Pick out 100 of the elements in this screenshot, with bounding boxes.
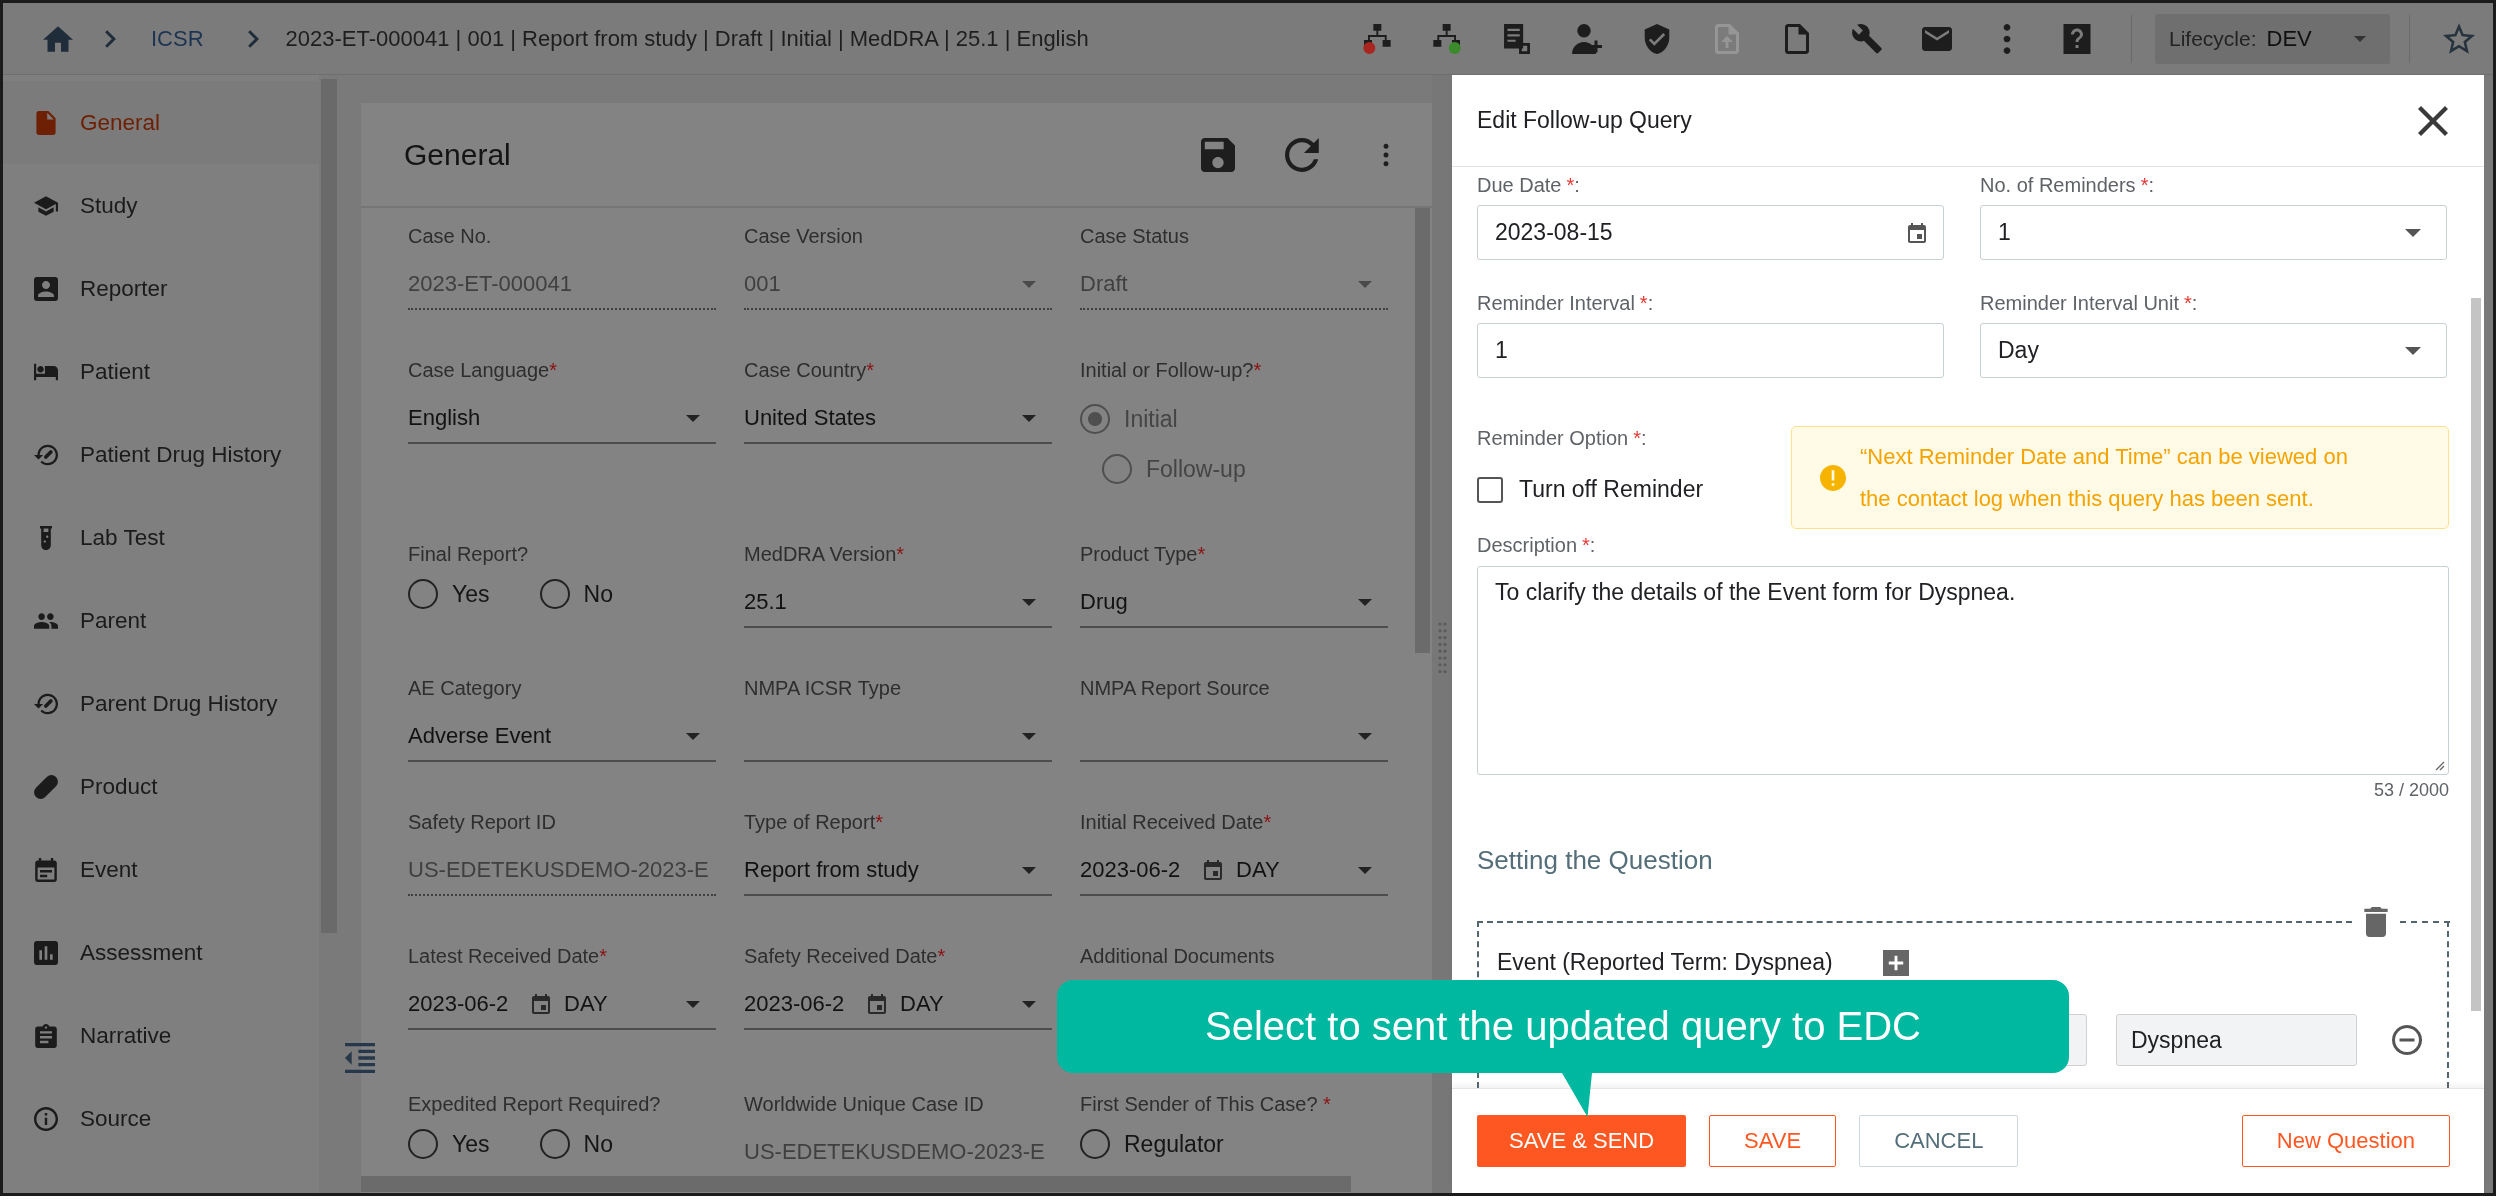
document-list-icon[interactable] bbox=[1502, 23, 1532, 54]
caret-icon bbox=[1022, 732, 1036, 740]
field-label: Due Date *: bbox=[1477, 173, 1580, 197]
sidebar-item[interactable]: General bbox=[3, 81, 319, 164]
select-field[interactable]: English bbox=[408, 394, 716, 444]
radio-label: No bbox=[583, 1130, 613, 1158]
wrench-icon[interactable] bbox=[1852, 23, 1882, 54]
select-field[interactable]: Report from study bbox=[744, 846, 1052, 896]
history-pill-icon bbox=[34, 691, 58, 716]
select-field[interactable]: 25.1 bbox=[744, 578, 1052, 628]
field-label: Case Version bbox=[744, 224, 863, 248]
scrollbar-thumb[interactable] bbox=[2471, 298, 2481, 1011]
sidebar-item[interactable]: Patient bbox=[3, 330, 319, 413]
date-field[interactable]: 2023-06-2 bbox=[408, 980, 554, 1030]
radio-button[interactable] bbox=[408, 579, 438, 609]
hierarchy-icon[interactable] bbox=[1362, 23, 1392, 54]
caret-icon bbox=[2405, 228, 2421, 237]
sidebar-item[interactable]: Assessment bbox=[3, 911, 319, 994]
radio-button[interactable] bbox=[539, 1129, 570, 1159]
field-label: Additional Documents bbox=[1080, 944, 1275, 968]
date-field[interactable]: 2023-08-15 bbox=[1477, 205, 1944, 260]
sidebar-item[interactable]: Patient Drug History bbox=[3, 413, 319, 496]
select-field[interactable]: DAY bbox=[554, 980, 716, 1030]
info-icon bbox=[34, 1106, 58, 1131]
refresh-icon[interactable] bbox=[1285, 137, 1319, 172]
breadcrumb-link[interactable]: ICSR bbox=[151, 25, 204, 52]
field-label: No. of Reminders *: bbox=[1980, 173, 2154, 197]
warning-icon bbox=[1820, 464, 1846, 491]
radio-button[interactable] bbox=[539, 579, 570, 609]
select-field[interactable]: Adverse Event bbox=[408, 712, 716, 762]
sidebar-item[interactable]: Product bbox=[3, 745, 319, 828]
field-label: Case Language* bbox=[408, 358, 558, 382]
footer-button[interactable]: SAVE bbox=[1709, 1115, 1837, 1167]
radio-label: Yes bbox=[452, 1130, 490, 1158]
radio-label: Follow-up bbox=[1146, 455, 1246, 483]
document-icon[interactable] bbox=[1782, 23, 1812, 54]
footer-button[interactable]: CANCEL bbox=[1859, 1115, 2019, 1167]
select-field[interactable]: United States bbox=[744, 394, 1052, 444]
field-label: Latest Received Date* bbox=[408, 944, 608, 968]
home-icon[interactable] bbox=[43, 25, 73, 52]
calendar-icon[interactable] bbox=[868, 994, 886, 1014]
calendar-icon[interactable] bbox=[1204, 860, 1222, 880]
footer-button[interactable]: New Question bbox=[2241, 1115, 2450, 1167]
caret-icon bbox=[1022, 1000, 1036, 1008]
field-label: Expedited Report Required? bbox=[408, 1092, 661, 1116]
calendar-icon[interactable] bbox=[1908, 222, 1926, 243]
resize-handle-icon[interactable] bbox=[2433, 759, 2445, 771]
field-label: NMPA Report Source bbox=[1080, 676, 1270, 700]
footer-button[interactable]: SAVE & SEND bbox=[1477, 1115, 1687, 1167]
select-field[interactable]: DAY bbox=[890, 980, 1052, 1030]
star-icon[interactable] bbox=[2443, 23, 2475, 54]
field-label: Case No. bbox=[408, 224, 492, 248]
scrollbar-thumb[interactable] bbox=[361, 1176, 1351, 1192]
save-icon[interactable] bbox=[1201, 137, 1235, 172]
radio-label: No bbox=[583, 580, 613, 608]
calendar-icon[interactable] bbox=[532, 994, 550, 1014]
field-label: Safety Report ID bbox=[408, 810, 556, 834]
caret-icon bbox=[1358, 866, 1372, 874]
sidebar-item[interactable]: Reporter bbox=[3, 247, 319, 330]
date-field[interactable]: 2023-06-2 bbox=[744, 980, 890, 1030]
date-field[interactable]: 2023-06-2 bbox=[1080, 846, 1226, 896]
select-field[interactable]: Day bbox=[1980, 323, 2447, 378]
field-label: Initial or Follow-up?* bbox=[1080, 358, 1262, 382]
field-label: Product Type* bbox=[1080, 542, 1206, 566]
trash-icon[interactable] bbox=[2363, 907, 2388, 937]
shield-check-icon[interactable] bbox=[1642, 23, 1672, 54]
sidebar-item[interactable]: Lab Test bbox=[3, 496, 319, 579]
checkbox[interactable] bbox=[1477, 476, 1503, 503]
select-field[interactable]: 1 bbox=[1980, 205, 2447, 260]
text-field[interactable]: 1 bbox=[1477, 323, 1944, 378]
field-label: Description *: bbox=[1477, 533, 1596, 557]
description-textarea[interactable]: To clarify the details of the Event form for Dyspnea. bbox=[1477, 566, 2449, 775]
radio-button[interactable] bbox=[408, 1129, 438, 1159]
sidebar-item[interactable]: Study bbox=[3, 164, 319, 247]
select-field[interactable]: Drug bbox=[1080, 578, 1388, 628]
sidebar-item[interactable]: Narrative bbox=[3, 994, 319, 1077]
caret-icon bbox=[686, 1000, 700, 1008]
field-label: Final Report? bbox=[408, 542, 529, 566]
collapse-sidebar-icon[interactable] bbox=[343, 1043, 377, 1073]
lifecycle-dropdown[interactable]: Lifecycle: DEV bbox=[2155, 13, 2390, 64]
sidebar-item[interactable]: Event bbox=[3, 828, 319, 911]
bar-chart-icon bbox=[34, 940, 58, 965]
scrollbar-thumb[interactable] bbox=[1415, 208, 1430, 653]
plus-box-icon[interactable] bbox=[1882, 949, 1909, 976]
field-label: Reminder Option *: bbox=[1477, 426, 1647, 450]
field-label: Type of Report* bbox=[744, 810, 883, 834]
hierarchy-icon[interactable] bbox=[1432, 23, 1462, 54]
term-field[interactable]: Dyspnea bbox=[2116, 1014, 2357, 1066]
select-field[interactable]: DAY bbox=[1226, 846, 1388, 896]
chevron-right-icon bbox=[247, 29, 259, 48]
sidebar-item[interactable]: Source bbox=[3, 1077, 319, 1160]
sidebar-item[interactable]: Parent bbox=[3, 579, 319, 662]
person-add-icon[interactable] bbox=[1572, 23, 1602, 54]
radio-button[interactable] bbox=[1080, 1129, 1110, 1159]
caret-icon bbox=[686, 414, 700, 422]
close-icon[interactable] bbox=[2418, 105, 2448, 136]
help-icon[interactable] bbox=[2062, 23, 2092, 54]
drag-handle-icon[interactable] bbox=[1437, 622, 1447, 674]
field-label: MedDRA Version* bbox=[744, 542, 905, 566]
sidebar-item[interactable]: Parent Drug History bbox=[3, 662, 319, 745]
